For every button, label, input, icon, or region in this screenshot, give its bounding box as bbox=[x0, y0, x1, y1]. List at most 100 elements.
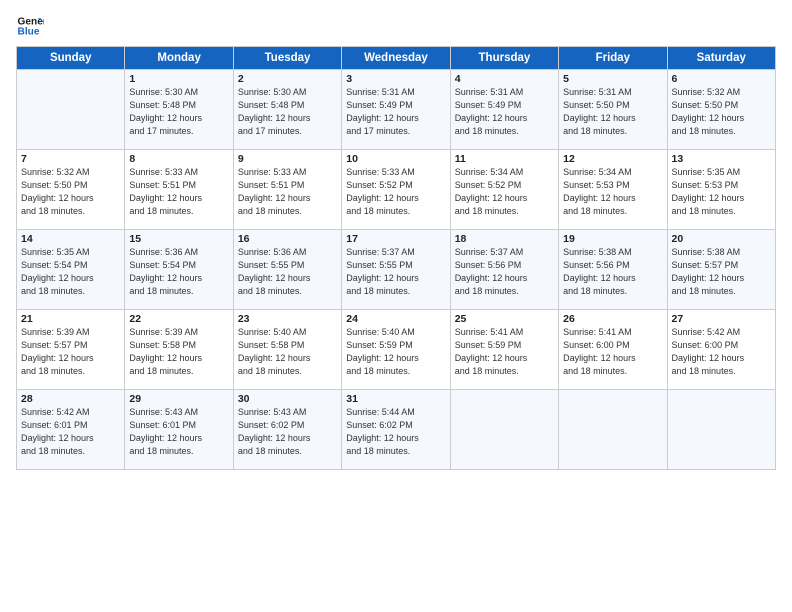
day-number: 11 bbox=[455, 153, 554, 165]
day-header-wednesday: Wednesday bbox=[342, 47, 450, 70]
day-info: Sunrise: 5:41 AM Sunset: 6:00 PM Dayligh… bbox=[563, 326, 662, 378]
week-row-3: 14Sunrise: 5:35 AM Sunset: 5:54 PM Dayli… bbox=[17, 230, 776, 310]
calendar-cell: 7Sunrise: 5:32 AM Sunset: 5:50 PM Daylig… bbox=[17, 150, 125, 230]
calendar-cell: 29Sunrise: 5:43 AM Sunset: 6:01 PM Dayli… bbox=[125, 390, 233, 470]
day-info: Sunrise: 5:35 AM Sunset: 5:53 PM Dayligh… bbox=[672, 166, 771, 218]
day-info: Sunrise: 5:38 AM Sunset: 5:57 PM Dayligh… bbox=[672, 246, 771, 298]
calendar-cell: 8Sunrise: 5:33 AM Sunset: 5:51 PM Daylig… bbox=[125, 150, 233, 230]
day-header-thursday: Thursday bbox=[450, 47, 558, 70]
calendar-cell: 10Sunrise: 5:33 AM Sunset: 5:52 PM Dayli… bbox=[342, 150, 450, 230]
day-info: Sunrise: 5:35 AM Sunset: 5:54 PM Dayligh… bbox=[21, 246, 120, 298]
day-number: 24 bbox=[346, 313, 445, 325]
day-info: Sunrise: 5:43 AM Sunset: 6:01 PM Dayligh… bbox=[129, 406, 228, 458]
day-number: 13 bbox=[672, 153, 771, 165]
day-info: Sunrise: 5:37 AM Sunset: 5:55 PM Dayligh… bbox=[346, 246, 445, 298]
calendar-cell: 24Sunrise: 5:40 AM Sunset: 5:59 PM Dayli… bbox=[342, 310, 450, 390]
day-number: 30 bbox=[238, 393, 337, 405]
day-number: 23 bbox=[238, 313, 337, 325]
day-info: Sunrise: 5:36 AM Sunset: 5:55 PM Dayligh… bbox=[238, 246, 337, 298]
calendar-cell bbox=[667, 390, 775, 470]
week-row-5: 28Sunrise: 5:42 AM Sunset: 6:01 PM Dayli… bbox=[17, 390, 776, 470]
day-info: Sunrise: 5:30 AM Sunset: 5:48 PM Dayligh… bbox=[129, 86, 228, 138]
calendar-cell bbox=[450, 390, 558, 470]
calendar-cell: 17Sunrise: 5:37 AM Sunset: 5:55 PM Dayli… bbox=[342, 230, 450, 310]
calendar-cell: 15Sunrise: 5:36 AM Sunset: 5:54 PM Dayli… bbox=[125, 230, 233, 310]
day-info: Sunrise: 5:36 AM Sunset: 5:54 PM Dayligh… bbox=[129, 246, 228, 298]
day-info: Sunrise: 5:33 AM Sunset: 5:51 PM Dayligh… bbox=[129, 166, 228, 218]
day-number: 2 bbox=[238, 73, 337, 85]
calendar-cell: 6Sunrise: 5:32 AM Sunset: 5:50 PM Daylig… bbox=[667, 70, 775, 150]
day-number: 20 bbox=[672, 233, 771, 245]
day-number: 25 bbox=[455, 313, 554, 325]
day-info: Sunrise: 5:31 AM Sunset: 5:49 PM Dayligh… bbox=[346, 86, 445, 138]
calendar-cell: 23Sunrise: 5:40 AM Sunset: 5:58 PM Dayli… bbox=[233, 310, 341, 390]
week-row-1: 1Sunrise: 5:30 AM Sunset: 5:48 PM Daylig… bbox=[17, 70, 776, 150]
day-number: 9 bbox=[238, 153, 337, 165]
day-number: 29 bbox=[129, 393, 228, 405]
day-number: 28 bbox=[21, 393, 120, 405]
calendar-cell: 1Sunrise: 5:30 AM Sunset: 5:48 PM Daylig… bbox=[125, 70, 233, 150]
day-info: Sunrise: 5:44 AM Sunset: 6:02 PM Dayligh… bbox=[346, 406, 445, 458]
day-number: 27 bbox=[672, 313, 771, 325]
day-info: Sunrise: 5:30 AM Sunset: 5:48 PM Dayligh… bbox=[238, 86, 337, 138]
day-header-sunday: Sunday bbox=[17, 47, 125, 70]
day-number: 3 bbox=[346, 73, 445, 85]
calendar-cell: 28Sunrise: 5:42 AM Sunset: 6:01 PM Dayli… bbox=[17, 390, 125, 470]
day-number: 26 bbox=[563, 313, 662, 325]
calendar-cell: 9Sunrise: 5:33 AM Sunset: 5:51 PM Daylig… bbox=[233, 150, 341, 230]
day-info: Sunrise: 5:41 AM Sunset: 5:59 PM Dayligh… bbox=[455, 326, 554, 378]
calendar-cell: 4Sunrise: 5:31 AM Sunset: 5:49 PM Daylig… bbox=[450, 70, 558, 150]
calendar-cell: 19Sunrise: 5:38 AM Sunset: 5:56 PM Dayli… bbox=[559, 230, 667, 310]
day-number: 12 bbox=[563, 153, 662, 165]
day-info: Sunrise: 5:40 AM Sunset: 5:58 PM Dayligh… bbox=[238, 326, 337, 378]
day-number: 1 bbox=[129, 73, 228, 85]
calendar-cell: 13Sunrise: 5:35 AM Sunset: 5:53 PM Dayli… bbox=[667, 150, 775, 230]
day-header-monday: Monday bbox=[125, 47, 233, 70]
day-number: 21 bbox=[21, 313, 120, 325]
calendar-cell: 14Sunrise: 5:35 AM Sunset: 5:54 PM Dayli… bbox=[17, 230, 125, 310]
day-info: Sunrise: 5:33 AM Sunset: 5:51 PM Dayligh… bbox=[238, 166, 337, 218]
calendar-cell: 18Sunrise: 5:37 AM Sunset: 5:56 PM Dayli… bbox=[450, 230, 558, 310]
day-info: Sunrise: 5:34 AM Sunset: 5:53 PM Dayligh… bbox=[563, 166, 662, 218]
day-info: Sunrise: 5:39 AM Sunset: 5:57 PM Dayligh… bbox=[21, 326, 120, 378]
calendar-cell: 2Sunrise: 5:30 AM Sunset: 5:48 PM Daylig… bbox=[233, 70, 341, 150]
day-header-tuesday: Tuesday bbox=[233, 47, 341, 70]
day-number: 6 bbox=[672, 73, 771, 85]
header: General Blue bbox=[16, 12, 776, 40]
day-info: Sunrise: 5:38 AM Sunset: 5:56 PM Dayligh… bbox=[563, 246, 662, 298]
day-number: 18 bbox=[455, 233, 554, 245]
day-number: 17 bbox=[346, 233, 445, 245]
day-info: Sunrise: 5:31 AM Sunset: 5:49 PM Dayligh… bbox=[455, 86, 554, 138]
calendar-table: SundayMondayTuesdayWednesdayThursdayFrid… bbox=[16, 46, 776, 470]
week-row-2: 7Sunrise: 5:32 AM Sunset: 5:50 PM Daylig… bbox=[17, 150, 776, 230]
day-number: 7 bbox=[21, 153, 120, 165]
svg-text:Blue: Blue bbox=[18, 27, 40, 38]
day-number: 16 bbox=[238, 233, 337, 245]
day-info: Sunrise: 5:37 AM Sunset: 5:56 PM Dayligh… bbox=[455, 246, 554, 298]
calendar-cell: 30Sunrise: 5:43 AM Sunset: 6:02 PM Dayli… bbox=[233, 390, 341, 470]
day-info: Sunrise: 5:42 AM Sunset: 6:00 PM Dayligh… bbox=[672, 326, 771, 378]
calendar-cell: 25Sunrise: 5:41 AM Sunset: 5:59 PM Dayli… bbox=[450, 310, 558, 390]
calendar-cell: 21Sunrise: 5:39 AM Sunset: 5:57 PM Dayli… bbox=[17, 310, 125, 390]
day-number: 19 bbox=[563, 233, 662, 245]
day-info: Sunrise: 5:40 AM Sunset: 5:59 PM Dayligh… bbox=[346, 326, 445, 378]
day-number: 14 bbox=[21, 233, 120, 245]
day-header-friday: Friday bbox=[559, 47, 667, 70]
day-info: Sunrise: 5:39 AM Sunset: 5:58 PM Dayligh… bbox=[129, 326, 228, 378]
day-info: Sunrise: 5:34 AM Sunset: 5:52 PM Dayligh… bbox=[455, 166, 554, 218]
day-number: 5 bbox=[563, 73, 662, 85]
logo-icon: General Blue bbox=[16, 12, 44, 40]
calendar-header: SundayMondayTuesdayWednesdayThursdayFrid… bbox=[17, 47, 776, 70]
logo: General Blue bbox=[16, 12, 44, 40]
calendar-cell: 26Sunrise: 5:41 AM Sunset: 6:00 PM Dayli… bbox=[559, 310, 667, 390]
calendar-cell bbox=[17, 70, 125, 150]
day-number: 8 bbox=[129, 153, 228, 165]
calendar-cell: 31Sunrise: 5:44 AM Sunset: 6:02 PM Dayli… bbox=[342, 390, 450, 470]
calendar-cell: 16Sunrise: 5:36 AM Sunset: 5:55 PM Dayli… bbox=[233, 230, 341, 310]
calendar-cell: 3Sunrise: 5:31 AM Sunset: 5:49 PM Daylig… bbox=[342, 70, 450, 150]
calendar-cell: 11Sunrise: 5:34 AM Sunset: 5:52 PM Dayli… bbox=[450, 150, 558, 230]
day-number: 31 bbox=[346, 393, 445, 405]
calendar-cell bbox=[559, 390, 667, 470]
week-row-4: 21Sunrise: 5:39 AM Sunset: 5:57 PM Dayli… bbox=[17, 310, 776, 390]
day-info: Sunrise: 5:42 AM Sunset: 6:01 PM Dayligh… bbox=[21, 406, 120, 458]
